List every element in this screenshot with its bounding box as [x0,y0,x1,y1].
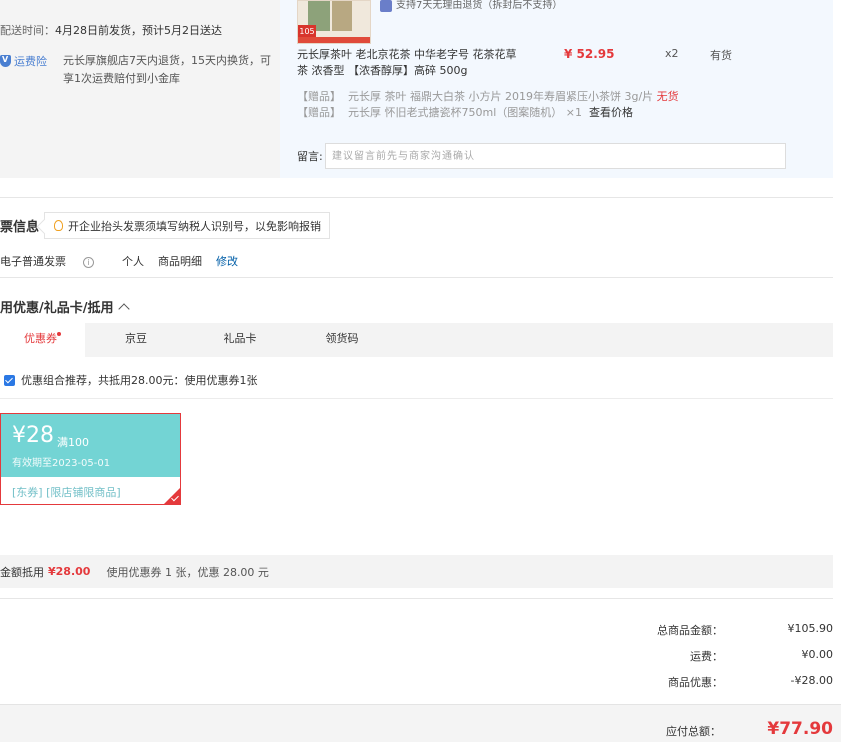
coupon-expiry: 有效期至2023-05-01 [12,458,111,469]
combo-recommendation[interactable]: 优惠组合推荐，共抵用28.00元：使用优惠券1张 [0,372,258,388]
invoice-tip: 开企业抬头发票须填写纳税人识别号，以免影响报销 [44,212,330,239]
tab-jingdou[interactable]: 京豆 [96,323,176,357]
delivery-value: 4月28日前发货，预计5月2日送达 [55,24,222,37]
invoice-title: 票信息 [0,220,40,235]
return-icon [380,0,392,12]
divider [0,197,833,198]
insurance-label: 运费险 [14,55,47,68]
coupon-condition: 满100 [57,436,89,449]
coupon-tabs: 优惠券 京豆 礼品卡 领货码 [0,323,833,357]
tab-coupons[interactable]: 优惠券 [0,323,85,357]
coupon-deduction-bar: 金额抵用 ¥28.00 使用优惠券 1 张，优惠 28.00 元 [0,555,833,588]
message-label: 留言: [297,150,323,163]
insurance-description: 元长厚旗舰店7天内退货，15天内换货，可享1次运费赔付到小金库 [63,54,271,85]
tab-pickup-code[interactable]: 领货码 [302,323,382,357]
product-name[interactable]: 元长厚茶叶 老北京花茶 中华老字号 花茶花草茶 浓香型 【浓香醇厚】高碎 500… [297,47,522,79]
checkbox-checked[interactable] [4,374,15,386]
deduct-label: 金额抵用 [0,565,44,579]
coupon-card[interactable]: ¥28 满100 有效期至2023-05-01 [东券] [限店铺限商品] [0,413,181,505]
total-label: 应付总额： [666,725,721,738]
product-stock: 有货 [710,49,732,62]
invoice-content: 商品明细 [158,255,202,268]
coupon-section-toggle[interactable]: 用优惠/礼品卡/抵用 [0,297,130,316]
delivery-label: 配送时间： [0,24,55,37]
divider [0,598,833,599]
invoice-details: 电子普通发票 i 个人 商品明细 修改 [0,253,252,269]
total-value: ¥77.90 [767,719,833,739]
divider [0,398,833,399]
deduct-value: ¥28.00 [48,565,91,578]
invoice-edit-link[interactable]: 修改 [216,253,238,269]
invoice-header: 个人 [122,255,144,268]
new-dot [57,332,61,336]
product-thumbnail[interactable]: 105 [297,0,371,44]
message-input[interactable] [325,143,786,169]
info-icon[interactable]: i [83,256,94,268]
divider [0,277,833,278]
product-price: ¥ 52.95 [564,47,615,61]
tab-gift-card[interactable]: 礼品卡 [200,323,280,357]
shield-icon [0,55,11,67]
chevron-up-icon [117,302,130,315]
gift-status: 无货 [656,90,679,103]
shipping-insurance-badge[interactable]: 运费险 [0,53,47,69]
delivery-time: 配送时间：4月28日前发货，预计5月2日送达 [0,22,222,38]
coupon-amount: ¥28 [12,423,54,448]
return-policy-tag: 支持7天无理由退货（拆封后不支持） [380,0,580,12]
gift-item: 【赠品】 元长厚 怀旧老式搪瓷杯750ml（图案随机） ×1 查看价格 [297,106,633,119]
total-bar: 应付总额： ¥77.90 [0,704,841,742]
coupon-tags: [东券] [限店铺限商品] [12,486,121,499]
deduct-description: 使用优惠券 1 张，优惠 28.00 元 [106,565,269,579]
invoice-type: 电子普通发票 i [0,253,108,269]
product-quantity: x2 [665,47,679,60]
view-price-link[interactable]: 查看价格 [589,106,633,119]
gift-item: 【赠品】 元长厚 茶叶 福鼎大白茶 小方片 2019年寿眉紧压小茶饼 3g/片 … [297,90,679,103]
lightbulb-icon [54,220,63,231]
